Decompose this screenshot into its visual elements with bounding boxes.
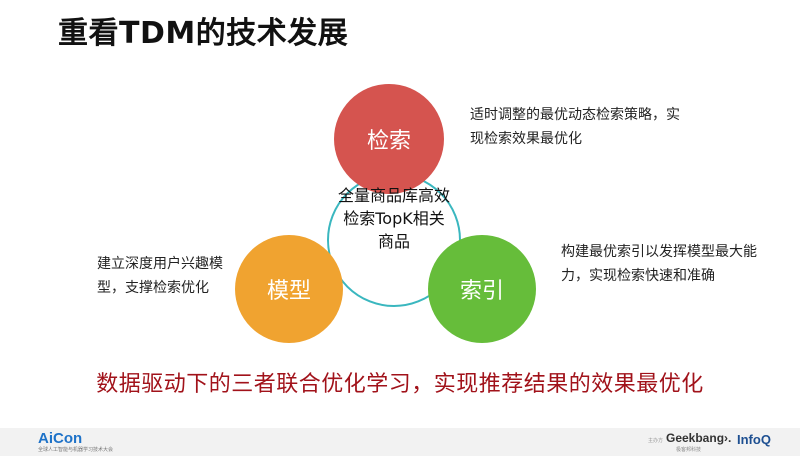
footer-bar: AiCon 全球人工智能与机器学习技术大会 主办方 Geekbang›. 极客邦… <box>0 428 800 456</box>
search-description: 适时调整的最优动态检索策略，实现检索效果最优化 <box>470 107 680 147</box>
geekbang-subtitle: 极客邦科技 <box>676 447 702 453</box>
model-description: 建立深度用户兴趣模型，支撑检索优化 <box>97 256 223 296</box>
core-text: 全量商品库高效检索TopK相关商品 <box>338 186 451 251</box>
model-circle: 模型 <box>235 235 343 343</box>
bottom-summary: 数据驱动下的三者联合优化学习，实现推荐结果的效果最优化 <box>96 372 704 397</box>
host-label: 主办方 <box>648 438 664 444</box>
infoq-logo: InfoQ <box>737 432 771 447</box>
geekbang-logo: Geekbang›. <box>666 431 732 445</box>
search-circle: 检索 <box>334 84 444 194</box>
index-description: 构建最优索引以发挥模型最大能力，实现检索快速和准确 <box>561 244 757 284</box>
aicon-logo: AiCon <box>38 430 83 447</box>
aicon-logo-subtitle: 全球人工智能与机器学习技术大会 <box>38 447 114 453</box>
page-title: 重看TDM的技术发展 <box>58 16 349 51</box>
search-circle-label: 检索 <box>366 129 411 154</box>
model-circle-label: 模型 <box>266 279 311 304</box>
index-circle-label: 索引 <box>459 279 504 304</box>
